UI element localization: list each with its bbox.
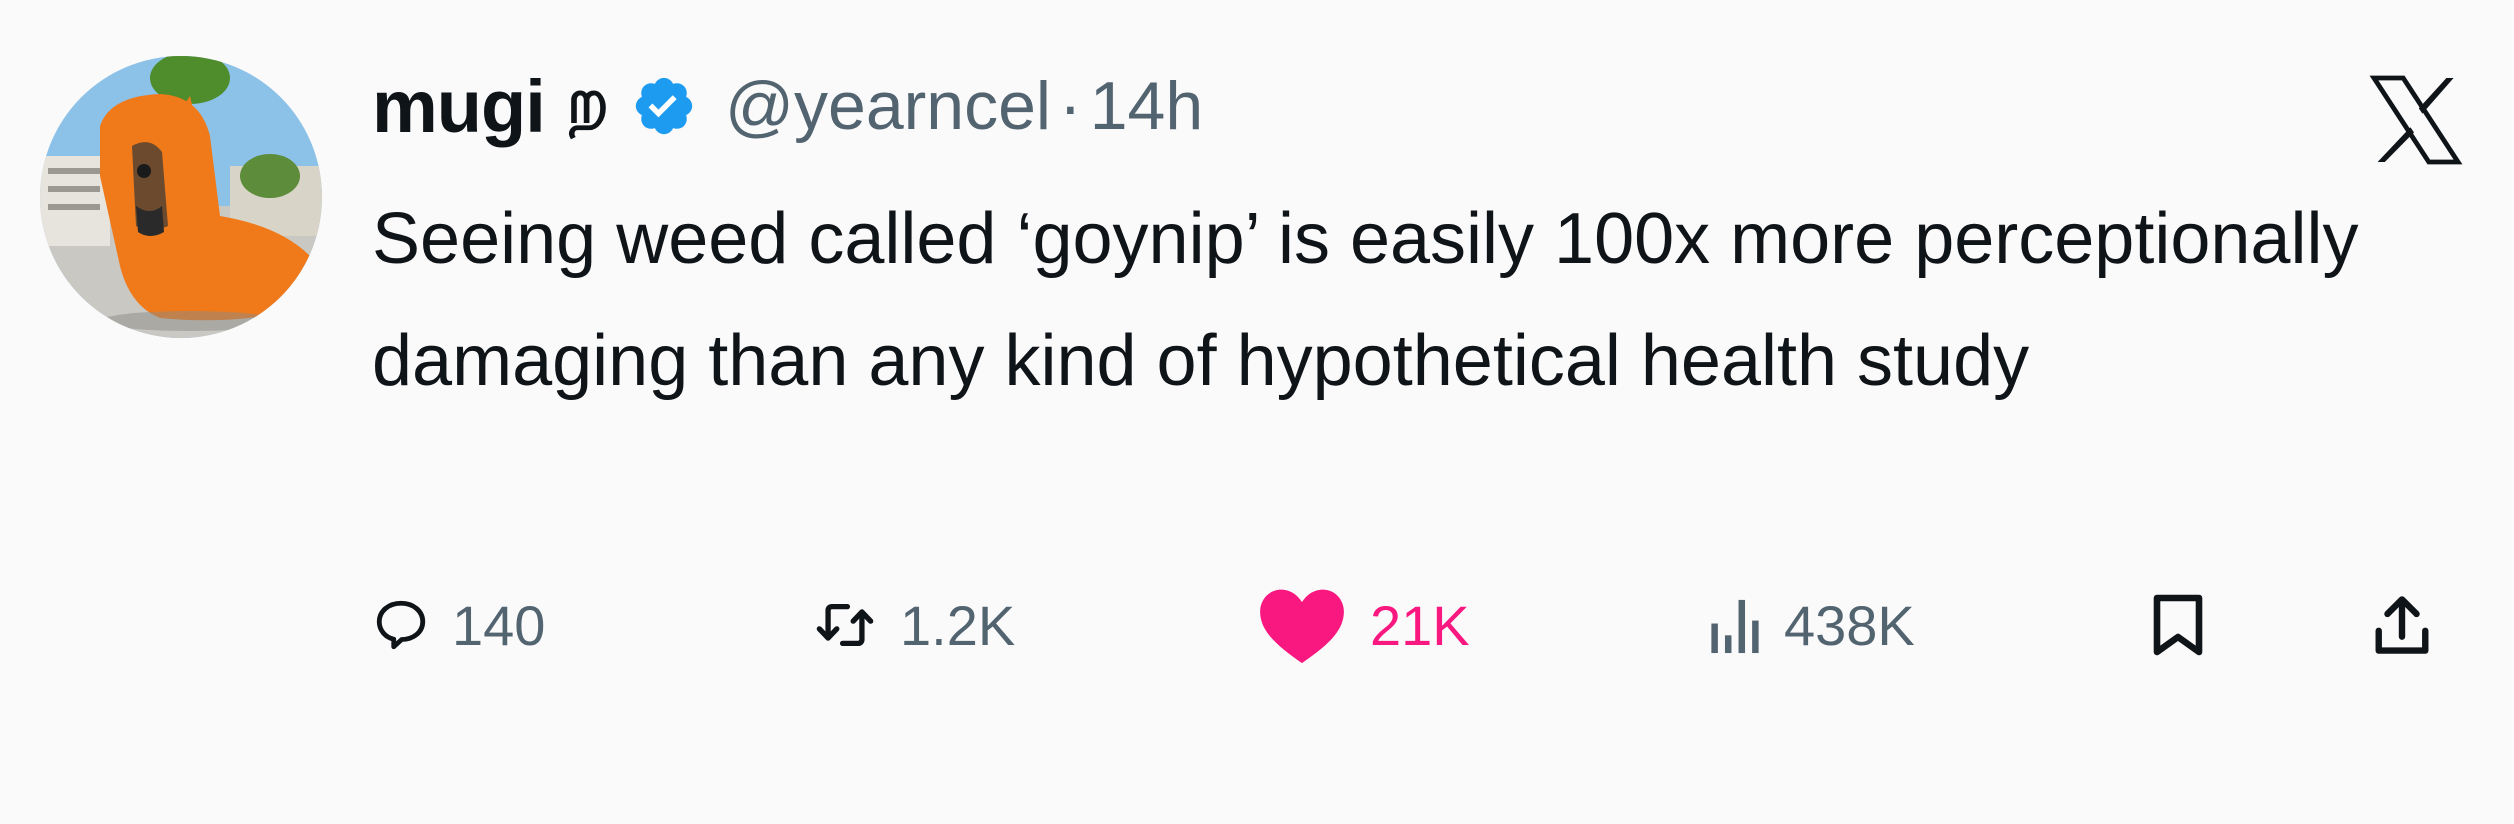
- timestamp[interactable]: 14h: [1090, 67, 1203, 145]
- x-logo-icon: [2368, 74, 2464, 166]
- bookmark-button[interactable]: [2150, 580, 2206, 670]
- tweet-text: Seeing weed called ‘goynip’ is easily 10…: [372, 199, 2359, 401]
- views-icon: [1708, 594, 1762, 656]
- retweet-count: 1.2K: [900, 593, 1016, 657]
- user-handle[interactable]: @yearncel: [725, 67, 1051, 145]
- share-button[interactable]: [2372, 580, 2432, 670]
- tweet-header: mugi ற @yearncel · 14h: [372, 58, 1203, 154]
- heart-icon: [1256, 585, 1348, 665]
- like-count: 21K: [1370, 593, 1470, 657]
- views-count: 438K: [1784, 593, 1915, 657]
- action-bar: 140 1.2K 21K 438K: [372, 580, 2492, 670]
- reply-count: 140: [452, 593, 546, 657]
- views-button[interactable]: 438K: [1708, 580, 1915, 670]
- name-emoji: ற: [566, 67, 609, 136]
- separator-dot: ·: [1059, 68, 1082, 144]
- share-icon: [2372, 593, 2432, 657]
- bookmark-icon: [2150, 592, 2206, 658]
- verified-badge-icon: [631, 73, 697, 139]
- retweet-icon: [812, 596, 878, 654]
- like-button[interactable]: 21K: [1256, 580, 1470, 670]
- display-name[interactable]: mugi: [372, 64, 546, 149]
- reply-icon: [372, 596, 430, 654]
- reply-button[interactable]: 140: [372, 580, 545, 670]
- tweet-card[interactable]: mugi ற @yearncel · 14h Seeing weed calle…: [0, 0, 2514, 824]
- retweet-button[interactable]: 1.2K: [812, 580, 1015, 670]
- avatar[interactable]: [40, 56, 322, 338]
